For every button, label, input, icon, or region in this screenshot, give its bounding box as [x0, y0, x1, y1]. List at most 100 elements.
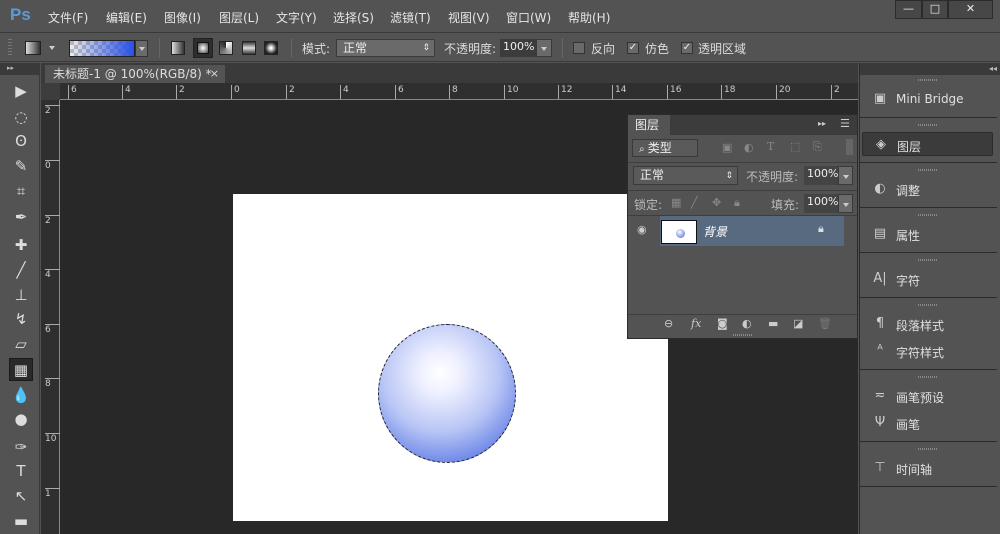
reverse-checkbox[interactable]	[573, 42, 585, 54]
blend-mode-select[interactable]: 正常 ⇕	[633, 166, 738, 185]
dock-item-character[interactable]: A| 字符	[862, 267, 993, 291]
menu-select[interactable]: 选择(S)	[333, 9, 374, 26]
lasso-tool[interactable]: ʘ	[9, 130, 33, 153]
lock-position-icon[interactable]: ✥	[712, 196, 721, 209]
folder-icon[interactable]: ▬	[768, 317, 778, 330]
type-tool[interactable]: T	[9, 460, 33, 483]
collapse-panel-icon[interactable]: ▸▸	[818, 119, 826, 128]
reflected-gradient-button[interactable]	[242, 41, 256, 55]
opacity-dropdown[interactable]	[536, 39, 552, 57]
menu-filter[interactable]: 滤镜(T)	[390, 9, 431, 26]
eyedropper-tool[interactable]: ✒	[9, 206, 33, 229]
dock-item-character-styles[interactable]: ᴬ 字符样式	[862, 339, 993, 363]
chevron-down-icon[interactable]	[49, 46, 55, 50]
fill-input[interactable]: 100%	[804, 194, 838, 213]
dock-item-paragraph-styles[interactable]: ¶ 段落样式	[862, 312, 993, 336]
options-bar-grip[interactable]	[8, 39, 12, 57]
lock-all-icon[interactable]: 🔒︎	[734, 196, 740, 210]
layer-thumbnail[interactable]	[661, 220, 697, 244]
layers-tab[interactable]: 图层	[628, 115, 670, 135]
angle-gradient-button[interactable]	[219, 41, 233, 55]
fx-icon[interactable]: fx	[691, 317, 701, 330]
menu-view[interactable]: 视图(V)	[448, 9, 490, 26]
dock-group-grip[interactable]	[918, 376, 938, 378]
dock-group-grip[interactable]	[918, 214, 938, 216]
eraser-tool[interactable]: ▱	[9, 333, 33, 356]
type-filter-icon[interactable]: T	[767, 140, 774, 153]
gradient-editor-swatch[interactable]	[69, 40, 135, 57]
lock-transparent-icon[interactable]: ▦	[671, 196, 681, 209]
document-tab[interactable]: 未标题-1 @ 100%(RGB/8) * ×	[45, 65, 225, 83]
dock-item-mini-bridge[interactable]: ▣ Mini Bridge	[862, 87, 993, 111]
dock-group-grip[interactable]	[918, 169, 938, 171]
stamp-tool[interactable]: ⊥	[9, 284, 33, 307]
layer-opacity-input[interactable]: 100%	[804, 166, 838, 185]
history-brush-tool[interactable]: ↯	[9, 308, 33, 331]
new-layer-icon[interactable]: ◪	[793, 317, 803, 330]
mask-icon[interactable]: ◙	[717, 317, 728, 330]
dither-checkbox[interactable]: ✓	[627, 42, 639, 54]
maximize-button[interactable]: □	[922, 0, 948, 19]
panel-resize-grip[interactable]	[733, 334, 753, 336]
menu-type[interactable]: 文字(Y)	[276, 9, 317, 26]
dock-group-grip[interactable]	[918, 259, 938, 261]
menu-help[interactable]: 帮助(H)	[568, 9, 610, 26]
dock-item-timeline[interactable]: ⊤ 时间轴	[862, 456, 993, 480]
dock-item-properties[interactable]: ▤ 属性	[862, 222, 993, 246]
dock-item-layers[interactable]: ◈ 图层	[862, 132, 993, 156]
filter-toggle[interactable]	[846, 139, 853, 155]
close-tab-icon[interactable]: ×	[210, 65, 219, 83]
vertical-ruler[interactable]: 2 0 2 4 6 8 10 1	[41, 100, 60, 534]
trash-icon[interactable]: 🗑︎	[818, 317, 832, 330]
linear-gradient-button[interactable]	[171, 41, 185, 55]
pen-tool[interactable]: ✑	[9, 436, 33, 459]
menu-image[interactable]: 图像(I)	[164, 9, 201, 26]
blur-tool[interactable]: 💧	[9, 384, 33, 407]
gradient-tool[interactable]: ▦	[9, 358, 33, 381]
dock-item-brush[interactable]: Ψ 画笔	[862, 411, 993, 435]
minimize-button[interactable]: —	[895, 0, 922, 19]
filter-type-select[interactable]: ⌕ 类型	[632, 139, 698, 157]
shape-filter-icon[interactable]: ⬚	[790, 140, 800, 153]
adjustment-filter-icon[interactable]: ◐	[744, 141, 754, 154]
dock-item-brush-presets[interactable]: ≂ 画笔预设	[862, 384, 993, 408]
menu-window[interactable]: 窗口(W)	[506, 9, 551, 26]
dock-group-grip[interactable]	[918, 448, 938, 450]
tool-preset-picker[interactable]	[25, 41, 41, 55]
dock-item-adjustments[interactable]: ◐ 调整	[862, 177, 993, 201]
menu-layer[interactable]: 图层(L)	[219, 9, 259, 26]
path-select-tool[interactable]: ↖	[9, 485, 33, 508]
adjustment-layer-icon[interactable]: ◐	[742, 317, 752, 330]
pixel-filter-icon[interactable]: ▣	[722, 141, 732, 154]
layer-visibility-toggle[interactable]: ◉	[628, 216, 660, 246]
dock-group-grip[interactable]	[918, 304, 938, 306]
smart-object-filter-icon[interactable]: ⎘	[813, 140, 822, 154]
dodge-tool[interactable]: ●	[9, 408, 33, 431]
fill-dropdown[interactable]	[838, 194, 853, 213]
diamond-gradient-button[interactable]	[264, 41, 278, 55]
mode-select[interactable]: 正常 ⇕	[336, 39, 435, 57]
lock-pixels-icon[interactable]: ╱	[691, 196, 698, 209]
dock-group-grip[interactable]	[918, 124, 938, 126]
layer-opacity-dropdown[interactable]	[838, 166, 853, 185]
toolbox-header[interactable]: ▸▸	[0, 63, 40, 75]
panel-menu-icon[interactable]: ☰	[840, 117, 850, 130]
healing-tool[interactable]: ✚	[9, 234, 33, 257]
gradient-sphere-selection[interactable]	[378, 324, 516, 463]
radial-gradient-button[interactable]	[193, 38, 213, 58]
opacity-input[interactable]: 100%	[500, 39, 536, 57]
marquee-tool[interactable]: ◌	[9, 106, 33, 129]
menu-edit[interactable]: 编辑(E)	[106, 9, 147, 26]
brush-tool[interactable]: ╱	[9, 259, 33, 282]
horizontal-ruler[interactable]: 6 4 2 0 2 4 6 8 10 12 14 16 18 20 2	[60, 83, 858, 100]
quick-select-tool[interactable]: ✎	[9, 155, 33, 178]
crop-tool[interactable]: ⌗	[9, 180, 33, 203]
canvas[interactable]	[233, 194, 668, 521]
transparency-checkbox[interactable]: ✓	[681, 42, 693, 54]
move-tool[interactable]: ▶	[9, 80, 33, 103]
ruler-origin[interactable]	[41, 83, 60, 100]
dock-group-grip[interactable]	[918, 79, 938, 81]
link-icon[interactable]: ⊖	[664, 317, 673, 330]
menu-file[interactable]: 文件(F)	[48, 9, 88, 26]
dock-collapse-button[interactable]: ◂◂	[860, 63, 1000, 75]
